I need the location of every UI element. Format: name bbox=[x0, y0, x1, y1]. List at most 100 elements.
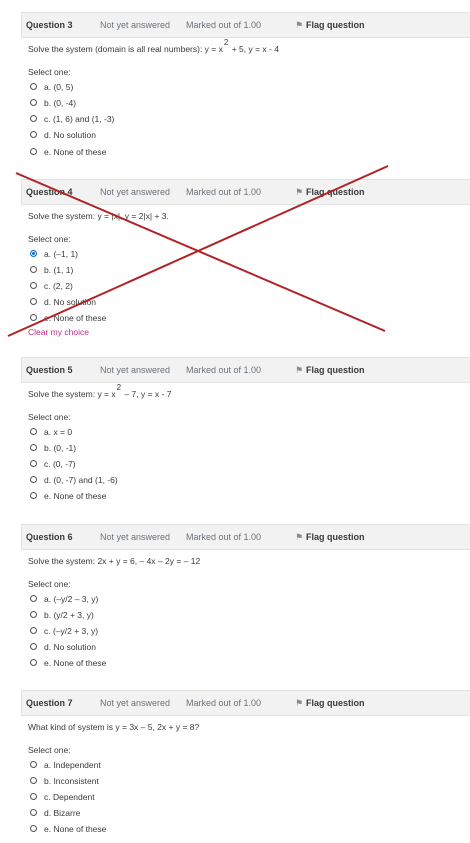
radio-button-icon[interactable] bbox=[30, 282, 37, 290]
option-label: b. (0, -4) bbox=[44, 98, 77, 108]
option-label: d. (0, -7) and (1, -6) bbox=[44, 475, 118, 485]
radio-button-icon[interactable] bbox=[30, 659, 37, 667]
select-one-label: Select one: bbox=[28, 67, 71, 77]
question-header: Question 3 Not yet answered Marked out o… bbox=[21, 12, 470, 38]
question-marks: Marked out of 1.00 bbox=[186, 698, 262, 708]
option-label: c. (0, -7) bbox=[44, 459, 76, 469]
clear-choice-link[interactable]: Clear my choice bbox=[28, 327, 89, 337]
radio-button-icon[interactable] bbox=[30, 809, 37, 817]
question-text-part: + 5, y = x - 4 bbox=[229, 44, 279, 54]
answer-option[interactable]: a. (0, 5) bbox=[30, 80, 73, 94]
answer-option[interactable]: c. Dependent bbox=[30, 790, 95, 804]
radio-button-icon[interactable] bbox=[30, 444, 37, 452]
option-label: d. No solution bbox=[44, 130, 96, 140]
flag-label: Flag question bbox=[306, 365, 365, 375]
radio-button-icon[interactable] bbox=[30, 314, 37, 322]
flag-icon: ⚑ bbox=[295, 20, 304, 30]
answer-option[interactable]: b. (0, -1) bbox=[30, 441, 76, 455]
question-6: Question 6 Not yet answered Marked out o… bbox=[21, 524, 470, 550]
answer-option[interactable]: d. Bizarre bbox=[30, 806, 80, 820]
flag-question-button[interactable]: ⚑ Flag question bbox=[295, 525, 365, 549]
answer-option[interactable]: c. (1, 6) and (1, -3) bbox=[30, 112, 114, 126]
question-state: Not yet answered bbox=[100, 20, 171, 30]
radio-button-icon[interactable] bbox=[30, 266, 37, 274]
question-4: Question 4 Not yet answered Marked out o… bbox=[21, 179, 470, 205]
radio-button-icon[interactable] bbox=[30, 643, 37, 651]
answer-option[interactable]: c. (–y/2 + 3, y) bbox=[30, 624, 98, 638]
answer-option[interactable]: e. None of these bbox=[30, 656, 106, 670]
question-header: Question 7 Not yet answered Marked out o… bbox=[21, 690, 470, 716]
answer-option[interactable]: a. x = 0 bbox=[30, 425, 72, 439]
select-one-label: Select one: bbox=[28, 579, 71, 589]
option-label: e. None of these bbox=[44, 658, 107, 668]
flag-icon: ⚑ bbox=[295, 365, 304, 375]
question-text: Solve the system: y = x2 – 7, y = x - 7 bbox=[28, 383, 171, 399]
answer-option[interactable]: d. No solution bbox=[30, 295, 96, 309]
radio-button-icon[interactable] bbox=[30, 793, 37, 801]
option-label: b. Inconsistent bbox=[44, 776, 99, 786]
radio-button-icon[interactable] bbox=[30, 492, 37, 500]
option-label: e. None of these bbox=[44, 824, 107, 834]
option-label: a. x = 0 bbox=[44, 427, 73, 437]
flag-icon: ⚑ bbox=[295, 698, 304, 708]
question-text: What kind of system is y = 3x – 5, 2x + … bbox=[28, 722, 200, 732]
answer-option[interactable]: d. (0, -7) and (1, -6) bbox=[30, 473, 118, 487]
radio-button-icon[interactable] bbox=[30, 627, 37, 635]
select-one-label: Select one: bbox=[28, 234, 71, 244]
flag-question-button[interactable]: ⚑ Flag question bbox=[295, 358, 365, 382]
radio-button-icon[interactable] bbox=[30, 131, 37, 139]
radio-button-icon[interactable] bbox=[30, 761, 37, 769]
answer-option[interactable]: c. (0, -7) bbox=[30, 457, 76, 471]
flag-label: Flag question bbox=[306, 698, 365, 708]
option-label: b. (y/2 + 3, y) bbox=[44, 610, 94, 620]
answer-option[interactable]: a. Independent bbox=[30, 758, 101, 772]
answer-option[interactable]: a. (–1, 1) bbox=[30, 247, 78, 261]
answer-option[interactable]: b. (y/2 + 3, y) bbox=[30, 608, 94, 622]
answer-option[interactable]: b. (0, -4) bbox=[30, 96, 76, 110]
radio-button-icon[interactable] bbox=[30, 595, 37, 603]
radio-button-icon[interactable] bbox=[30, 99, 37, 107]
option-label: d. Bizarre bbox=[44, 808, 81, 818]
flag-question-button[interactable]: ⚑ Flag question bbox=[295, 180, 365, 204]
question-text-part: Solve the system (domain is all real num… bbox=[28, 44, 223, 54]
radio-button-icon[interactable] bbox=[30, 428, 37, 436]
radio-button-icon[interactable] bbox=[30, 148, 37, 156]
option-label: b. (0, -1) bbox=[44, 443, 77, 453]
radio-button-icon[interactable] bbox=[30, 476, 37, 484]
answer-option[interactable]: d. No solution bbox=[30, 128, 96, 142]
answer-option[interactable]: b. (1, 1) bbox=[30, 263, 73, 277]
select-one-label: Select one: bbox=[28, 745, 71, 755]
question-text: Solve the system (domain is all real num… bbox=[28, 38, 279, 54]
answer-option[interactable]: e. None of these bbox=[30, 311, 106, 325]
radio-button-checked-icon[interactable] bbox=[30, 250, 37, 258]
question-text-part: Solve the system: y = x bbox=[28, 389, 116, 399]
answer-option[interactable]: b. Inconsistent bbox=[30, 774, 99, 788]
option-label: c. (–y/2 + 3, y) bbox=[44, 626, 99, 636]
radio-button-icon[interactable] bbox=[30, 298, 37, 306]
option-label: a. (0, 5) bbox=[44, 82, 74, 92]
option-label: c. Dependent bbox=[44, 792, 95, 802]
flag-label: Flag question bbox=[306, 187, 365, 197]
question-text: Solve the system: 2x + y = 6, – 4x – 2y … bbox=[28, 556, 201, 566]
radio-button-icon[interactable] bbox=[30, 83, 37, 91]
radio-button-icon[interactable] bbox=[30, 611, 37, 619]
flag-icon: ⚑ bbox=[295, 532, 304, 542]
answer-option[interactable]: e. None of these bbox=[30, 822, 106, 836]
answer-option[interactable]: e. None of these bbox=[30, 489, 106, 503]
flag-icon: ⚑ bbox=[295, 187, 304, 197]
answer-option[interactable]: e. None of these bbox=[30, 145, 106, 159]
radio-button-icon[interactable] bbox=[30, 777, 37, 785]
answer-option[interactable]: d. No solution bbox=[30, 640, 96, 654]
radio-button-icon[interactable] bbox=[30, 460, 37, 468]
radio-button-icon[interactable] bbox=[30, 825, 37, 833]
radio-button-icon[interactable] bbox=[30, 115, 37, 123]
question-number: Question 3 bbox=[26, 20, 73, 30]
question-number: Question 5 bbox=[26, 365, 73, 375]
flag-question-button[interactable]: ⚑ Flag question bbox=[295, 691, 365, 715]
option-label: c. (1, 6) and (1, -3) bbox=[44, 114, 115, 124]
answer-option[interactable]: c. (2, 2) bbox=[30, 279, 73, 293]
answer-option[interactable]: a. (–y/2 – 3, y) bbox=[30, 592, 98, 606]
option-label: c. (2, 2) bbox=[44, 281, 73, 291]
flag-question-button[interactable]: ⚑ Flag question bbox=[295, 13, 365, 37]
option-label: b. (1, 1) bbox=[44, 265, 74, 275]
